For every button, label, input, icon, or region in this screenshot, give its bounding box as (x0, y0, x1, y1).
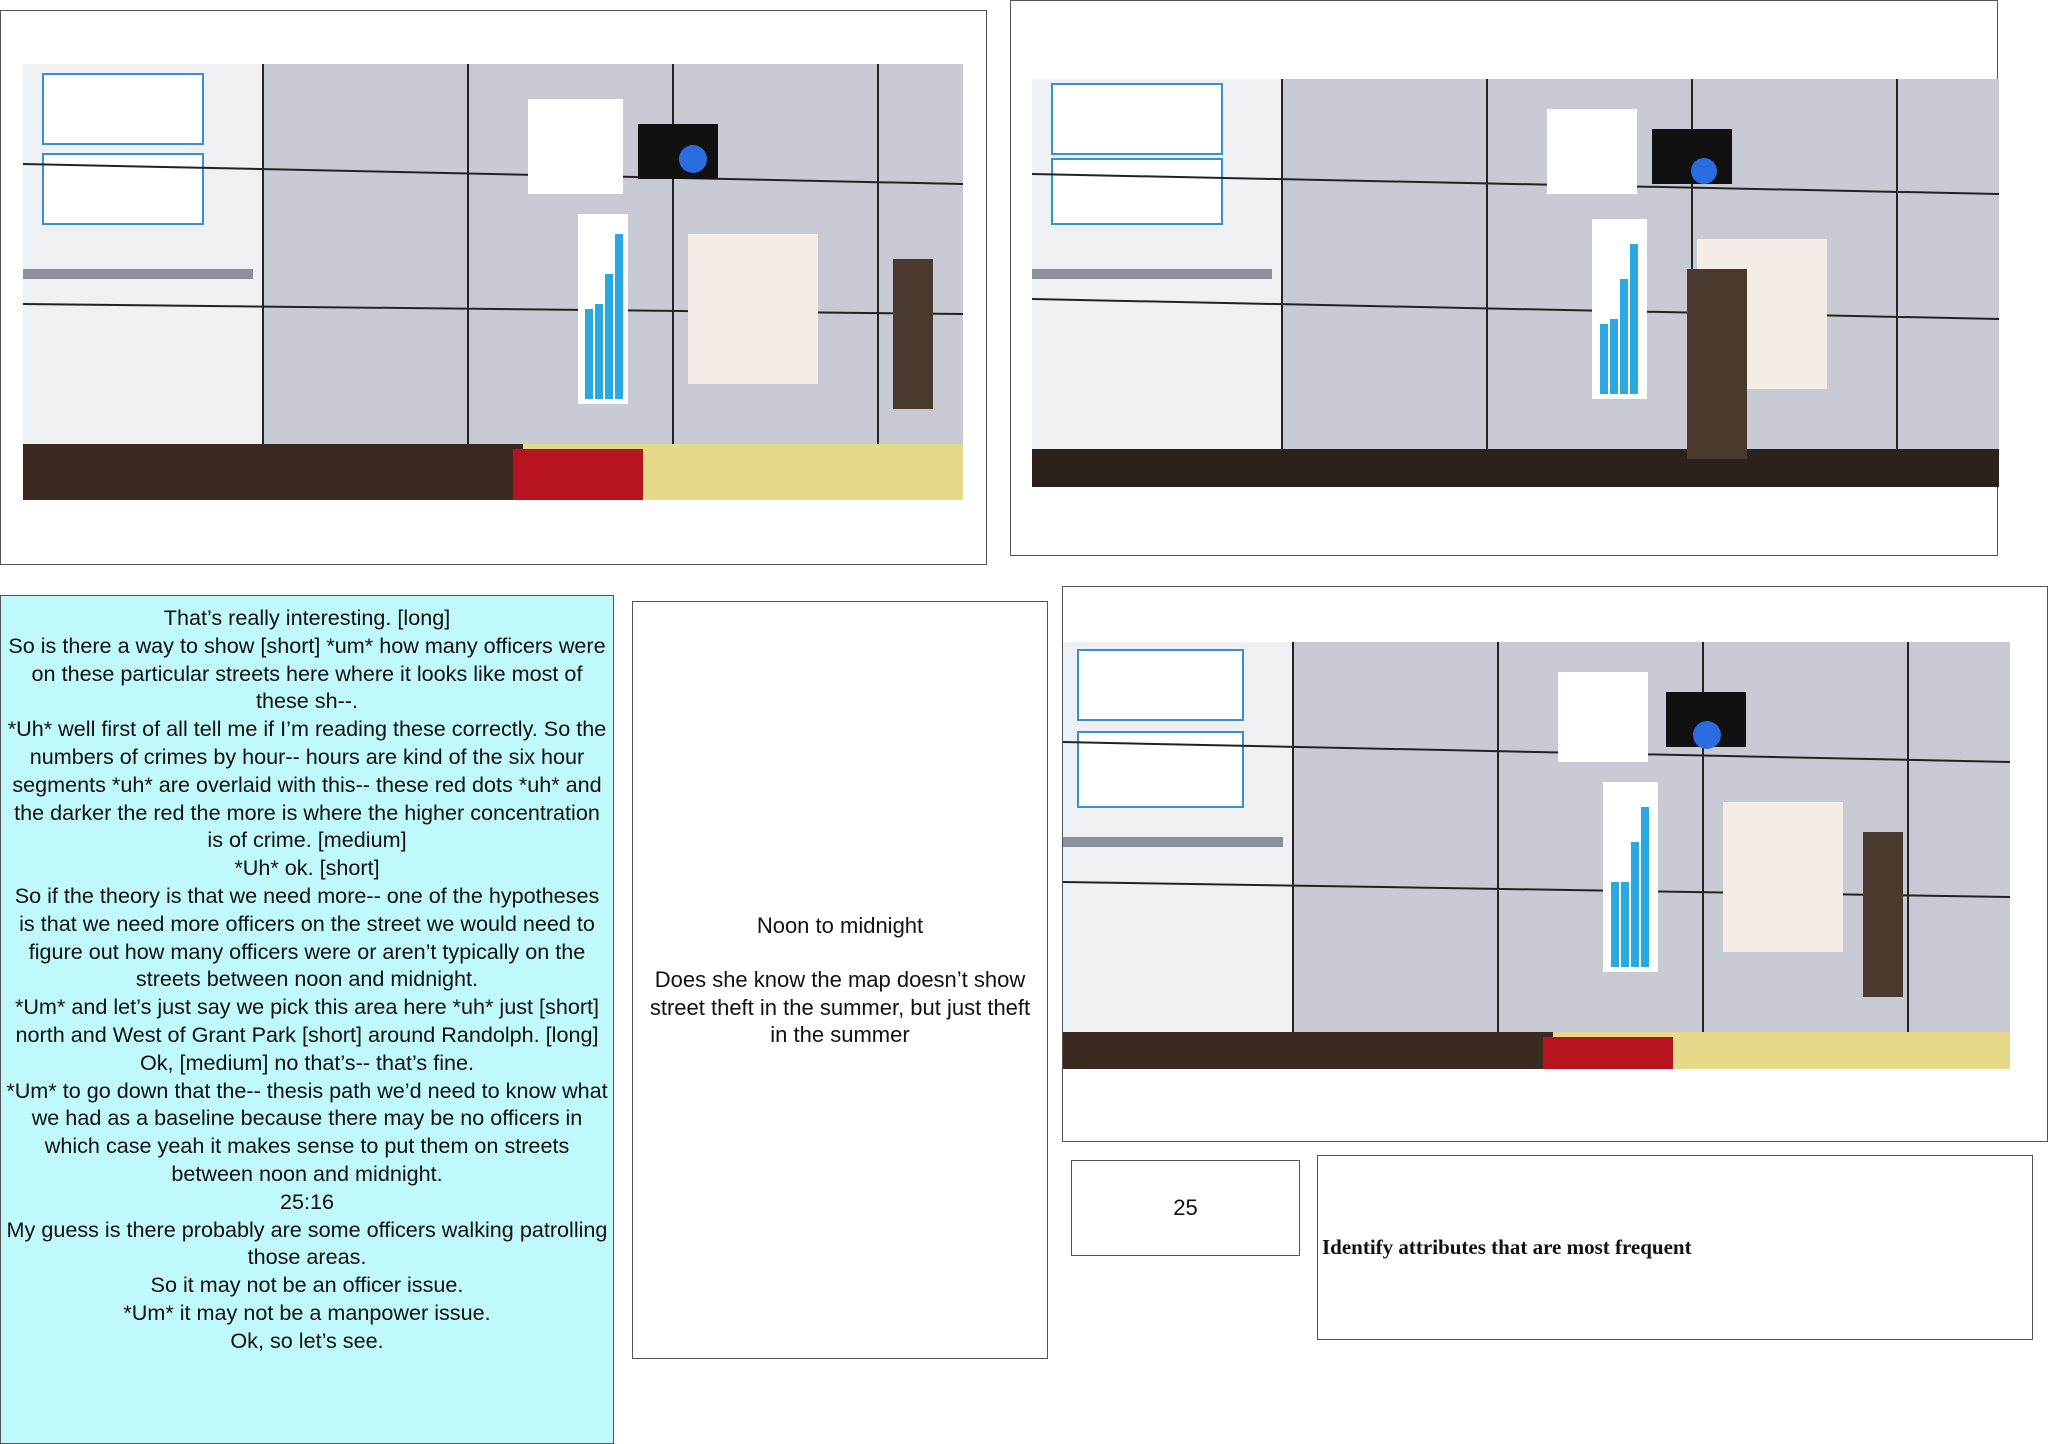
transcript-line: *Um* and let’s just say we pick this are… (14, 994, 600, 1047)
display-wall-image (1032, 79, 1999, 487)
photo-wall-2 (1032, 79, 1999, 487)
transcript-line: *Uh* ok. [short] (234, 855, 380, 881)
number-value: 25 (1173, 1195, 1198, 1220)
note-title: Noon to midnight (756, 912, 924, 938)
transcript-line: *Um* it may not be a manpower issue. (123, 1299, 491, 1325)
transcript-box: That’s really interesting. [long] So is … (0, 595, 614, 1444)
number-box: 25 (1071, 1160, 1300, 1256)
task-label: Identify attributes that are most freque… (1322, 1235, 1692, 1259)
transcript-line: *Um* to go down that the-- thesis path w… (6, 1077, 608, 1186)
transcript-line: So it may not be an officer issue. (150, 1272, 464, 1298)
display-wall-image (1063, 642, 2010, 1069)
photo-wall-3 (1063, 642, 2010, 1069)
display-wall-image (23, 64, 963, 500)
note-box: Noon to midnight Does she know the map d… (632, 601, 1048, 1359)
note-body: Does she know the map doesn’t show stree… (649, 967, 1031, 1047)
transcript-line: Ok, [medium] no that’s-- that’s fine. (139, 1049, 475, 1075)
transcript-timestamp: 25:16 (279, 1188, 335, 1214)
transcript-line: That’s really interesting. [long] (163, 605, 451, 630)
photo-wall-1 (23, 64, 963, 500)
transcript-line: So is there a way to show [short] *um* h… (8, 632, 606, 714)
transcript-line: So if the theory is that we need more-- … (14, 882, 600, 992)
transcript-line: *Uh* well first of all tell me if I’m re… (7, 716, 607, 853)
transcript-line: Ok, so let’s see. (230, 1327, 384, 1353)
task-box: Identify attributes that are most freque… (1317, 1155, 2033, 1340)
transcript-line: My guess is there probably are some offi… (6, 1216, 608, 1270)
